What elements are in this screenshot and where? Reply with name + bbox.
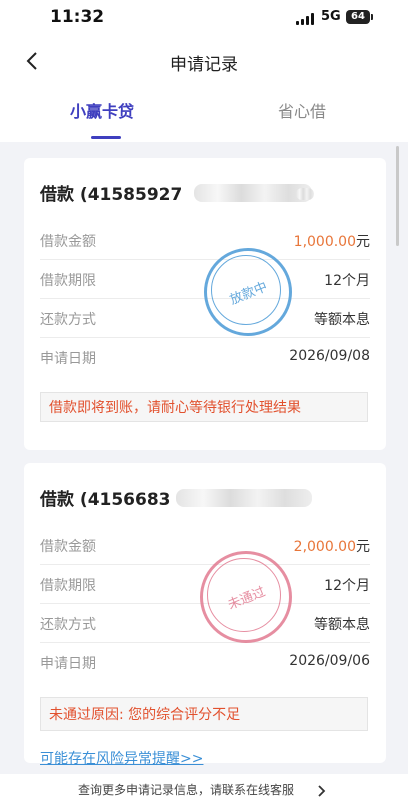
- row-value: 2026/09/08: [289, 348, 370, 364]
- status-stamp: 放款中: [204, 248, 292, 336]
- amount-value: 2,000.00: [293, 539, 356, 555]
- status-notice: 借款即将到账，请耐心等待银行处理结果: [40, 392, 368, 422]
- detail-row: 申请日期 2026/09/06: [40, 642, 370, 681]
- row-label: 申请日期: [40, 656, 96, 672]
- status-bar: 11:32 5G 64: [0, 0, 408, 34]
- battery-cap: [371, 14, 373, 20]
- detail-row: 申请日期 2026/09/08: [40, 337, 370, 376]
- row-value: 1,000.00元: [294, 231, 370, 251]
- row-label: 借款金额: [40, 234, 96, 250]
- card-title: 借款 (41585927: [40, 185, 183, 205]
- contact-support-link[interactable]: 查询更多申请记录信息，请联系在线客服: [78, 781, 294, 798]
- nav-bar: 申请记录: [0, 40, 408, 84]
- row-value: 等额本息: [314, 617, 370, 633]
- row-label: 借款金额: [40, 539, 96, 555]
- masked-number: [296, 188, 314, 200]
- row-label: 还款方式: [40, 617, 96, 633]
- row-value: 12个月: [324, 578, 370, 594]
- amount-unit: 元: [356, 234, 370, 250]
- detail-row: 借款金额 1,000.00元: [40, 220, 370, 260]
- detail-row: 借款金额 2,000.00元: [40, 525, 370, 565]
- row-value: 2,000.00元: [294, 536, 370, 556]
- masked-number: [176, 489, 312, 507]
- network-label: 5G: [321, 9, 341, 24]
- battery-icon: 64: [346, 10, 370, 24]
- row-value: 12个月: [324, 273, 370, 289]
- footer-bar[interactable]: 查询更多申请记录信息，请联系在线客服: [0, 774, 408, 801]
- row-label: 借款期限: [40, 273, 96, 289]
- scrollbar[interactable]: [396, 146, 399, 246]
- status-time: 11:32: [50, 7, 105, 27]
- masked-number: [194, 184, 312, 202]
- application-card[interactable]: 借款 (41585927 借款金额 1,000.00元 借款期限 12个月 还款…: [24, 158, 386, 450]
- amount-value: 1,000.00: [293, 234, 356, 250]
- row-label: 借款期限: [40, 578, 96, 594]
- amount-unit: 元: [356, 539, 370, 555]
- card-title: 借款 (4156683: [40, 490, 171, 510]
- row-label: 申请日期: [40, 351, 96, 367]
- rejection-reason: 未通过原因: 您的综合评分不足: [40, 697, 368, 731]
- row-label: 还款方式: [40, 312, 96, 328]
- signal-icon: [296, 13, 316, 25]
- chevron-right-icon[interactable]: [316, 782, 326, 797]
- status-stamp: 未通过: [200, 551, 292, 643]
- risk-warning-link[interactable]: 可能存在风险异常提醒>>: [40, 748, 203, 768]
- tab-shengxin-jie[interactable]: 省心借: [278, 98, 326, 122]
- tab-xiaoying-card-loan[interactable]: 小赢卡贷: [70, 98, 134, 122]
- row-value: 等额本息: [314, 312, 370, 328]
- active-tab-indicator: [91, 136, 121, 139]
- application-card[interactable]: 借款 (4156683 借款金额 2,000.00元 借款期限 12个月 还款方…: [24, 463, 386, 763]
- page-title: 申请记录: [170, 55, 238, 75]
- tab-bar: 小赢卡贷 省心借: [0, 92, 408, 142]
- row-value: 2026/09/06: [289, 653, 370, 669]
